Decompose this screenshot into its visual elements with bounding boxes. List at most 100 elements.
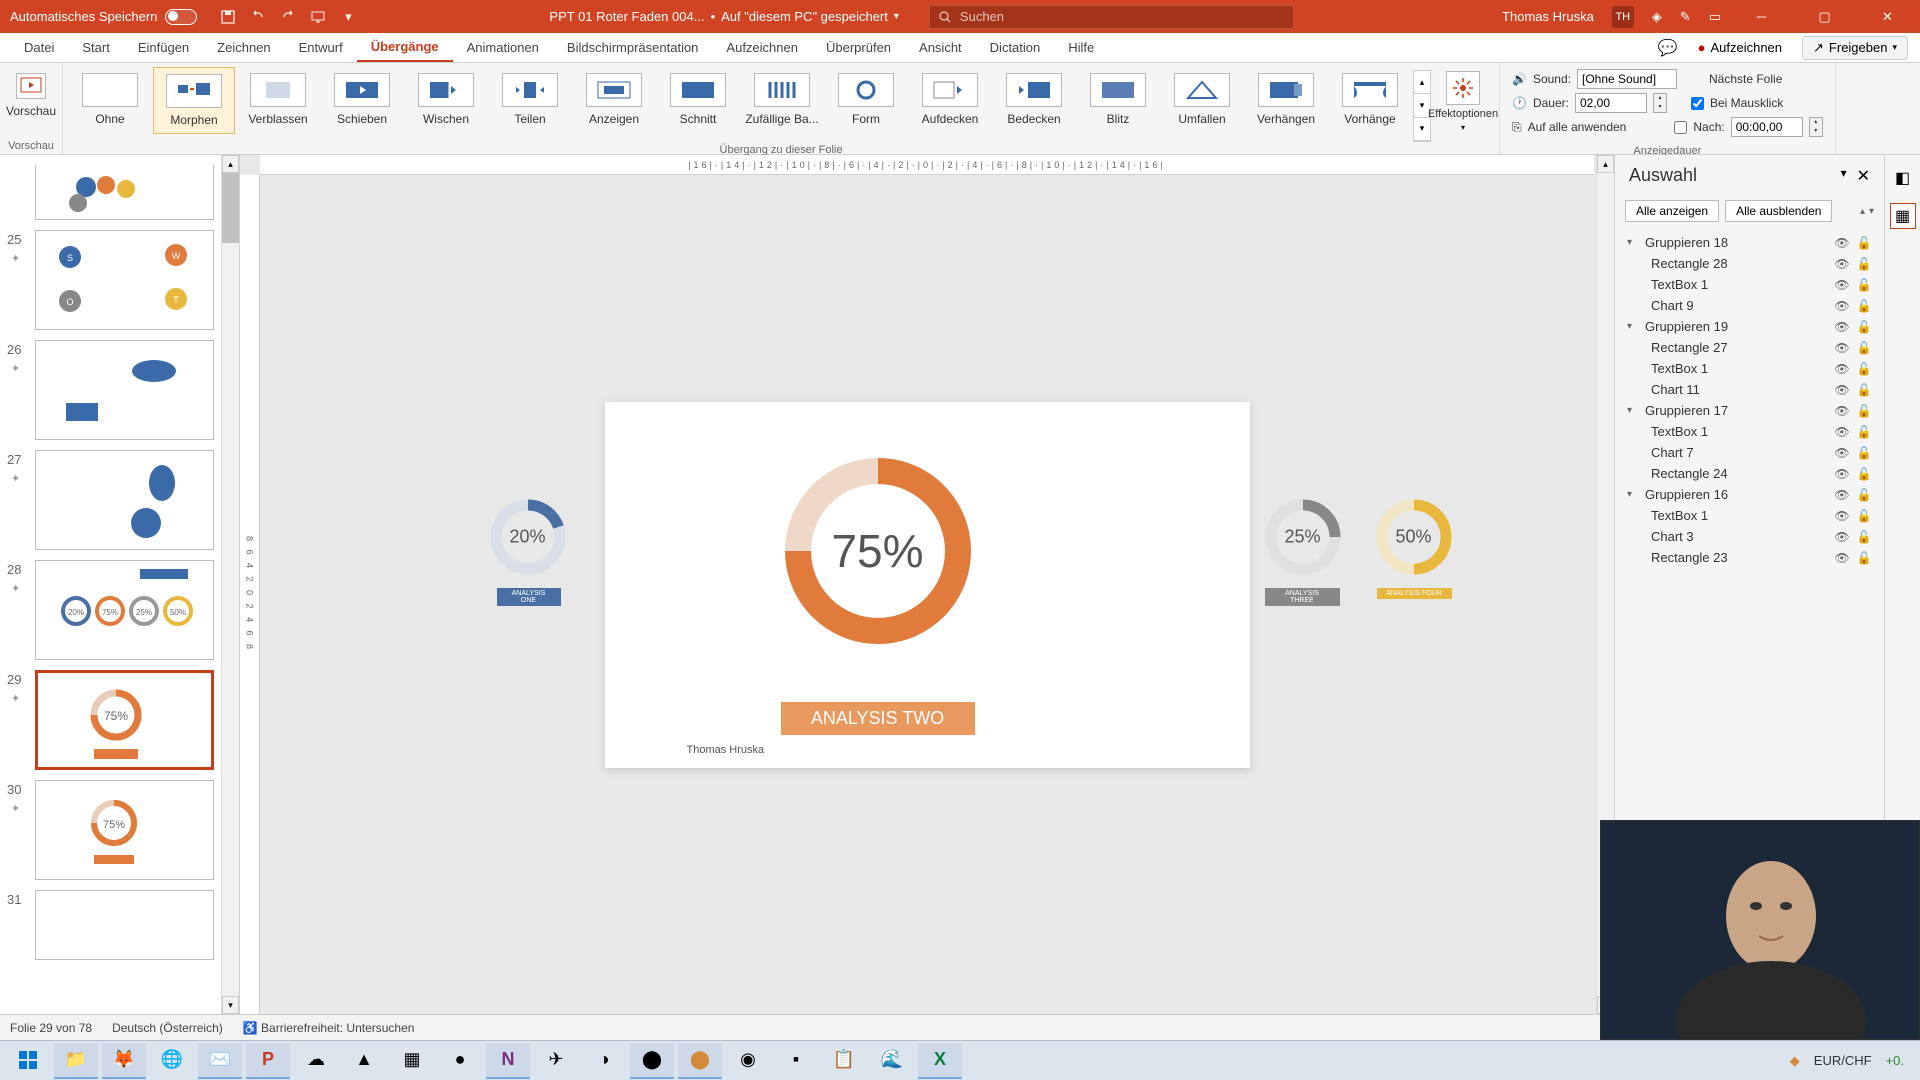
more-icon[interactable]: ▾ (339, 8, 357, 26)
transition-verhaengen[interactable]: Verhängen (1245, 67, 1327, 132)
task-app-6[interactable]: ◉ (726, 1043, 770, 1079)
present-icon[interactable] (309, 8, 327, 26)
thumbnail-31[interactable]: 31 (35, 890, 214, 960)
apply-all-button[interactable]: Auf alle anwenden (1528, 120, 1627, 134)
tab-uebergaenge[interactable]: Übergänge (357, 33, 453, 62)
pen-icon[interactable]: ✎ (1680, 9, 1691, 25)
tree-item[interactable]: Rectangle 23👁🔓 (1623, 547, 1876, 568)
tree-item[interactable]: Chart 9👁🔓 (1623, 295, 1876, 316)
tree-item[interactable]: Chart 7👁🔓 (1623, 442, 1876, 463)
thumbnail-29[interactable]: 29✦75% (35, 670, 214, 770)
minimize-button[interactable]: ─ (1739, 2, 1784, 32)
tree-item[interactable]: Chart 3👁🔓 (1623, 526, 1876, 547)
slide-canvas[interactable]: 20% ANALYSIS ONE 75% ANALYSIS TWO 25% AN… (605, 402, 1250, 768)
transition-schieben[interactable]: Schieben (321, 67, 403, 132)
tab-datei[interactable]: Datei (10, 33, 68, 62)
record-button[interactable]: ●Aufzeichnen (1688, 37, 1792, 58)
save-icon[interactable] (219, 8, 237, 26)
transition-umfallen[interactable]: Umfallen (1161, 67, 1243, 132)
duration-input[interactable] (1575, 93, 1647, 113)
transition-form[interactable]: Form (825, 67, 907, 132)
task-app-5[interactable]: ⬤ (678, 1043, 722, 1079)
transition-bedecken[interactable]: Bedecken (993, 67, 1075, 132)
transition-morphen[interactable]: Morphen (153, 67, 235, 134)
preview-button[interactable]: Vorschau (6, 67, 56, 124)
close-button[interactable]: ✕ (1865, 2, 1910, 32)
thumbs-scrollbar[interactable]: ▴▾ (221, 155, 239, 1014)
task-excel[interactable]: X (918, 1043, 962, 1079)
move-down-icon[interactable]: ▾ (1869, 206, 1874, 217)
transition-aufdecken[interactable]: Aufdecken (909, 67, 991, 132)
tab-ansicht[interactable]: Ansicht (905, 33, 976, 62)
hide-all-button[interactable]: Alle ausblenden (1725, 200, 1832, 222)
task-powerpoint[interactable]: P (246, 1043, 290, 1079)
tab-ueberpruefen[interactable]: Überprüfen (812, 33, 905, 62)
task-firefox[interactable]: 🦊 (102, 1043, 146, 1079)
transition-vorhaenge[interactable]: Vorhänge (1329, 67, 1411, 132)
redo-icon[interactable] (279, 8, 297, 26)
tab-start[interactable]: Start (68, 33, 123, 62)
sidebar-tab-selection[interactable]: ▦ (1890, 203, 1916, 229)
tree-item[interactable]: Rectangle 24👁🔓 (1623, 463, 1876, 484)
tree-item[interactable]: ▾Gruppieren 17👁🔓 (1623, 400, 1876, 421)
undo-icon[interactable] (249, 8, 267, 26)
tab-animationen[interactable]: Animationen (453, 33, 553, 62)
task-app-4[interactable]: ◑ (582, 1043, 626, 1079)
transition-teilen[interactable]: Teilen (489, 67, 571, 132)
tree-item[interactable]: TextBox 1👁🔓 (1623, 358, 1876, 379)
autosave-toggle[interactable] (165, 9, 197, 25)
on-click-checkbox[interactable] (1691, 97, 1704, 110)
thumbnail-26[interactable]: 26✦ (35, 340, 214, 440)
chevron-down-icon[interactable]: ▾ (894, 11, 899, 22)
thumbnail-27[interactable]: 27✦ (35, 450, 214, 550)
thumbnail-28[interactable]: 28✦20%75%25%50% (35, 560, 214, 660)
language-indicator[interactable]: Deutsch (Österreich) (112, 1021, 223, 1035)
sidebar-tab-1[interactable]: ◧ (1890, 165, 1916, 191)
tab-bildschirm[interactable]: Bildschirmpräsentation (553, 33, 713, 62)
tree-item[interactable]: ▾Gruppieren 19👁🔓 (1623, 316, 1876, 337)
diamond-icon[interactable]: ◈ (1652, 9, 1662, 25)
thumbnail-30[interactable]: 30✦75% (35, 780, 214, 880)
transition-ohne[interactable]: Ohne (69, 67, 151, 132)
after-spinner[interactable]: ▴▾ (1809, 117, 1823, 137)
user-avatar[interactable]: TH (1612, 6, 1634, 28)
search-box[interactable] (929, 5, 1294, 29)
transition-wischen[interactable]: Wischen (405, 67, 487, 132)
task-explorer[interactable]: 📁 (54, 1043, 98, 1079)
task-telegram[interactable]: ✈ (534, 1043, 578, 1079)
tree-item[interactable]: TextBox 1👁🔓 (1623, 274, 1876, 295)
search-input[interactable] (960, 9, 1285, 24)
task-vlc[interactable]: ▲ (342, 1043, 386, 1079)
tab-entwurf[interactable]: Entwurf (285, 33, 357, 62)
accessibility-check[interactable]: ♿ Barrierefreiheit: Untersuchen (243, 1021, 415, 1035)
tab-einfuegen[interactable]: Einfügen (124, 33, 203, 62)
ticker-icon[interactable]: ◆ (1790, 1053, 1800, 1069)
task-outlook[interactable]: ✉️ (198, 1043, 242, 1079)
slide-editor[interactable]: |16|·|14|·|12|·|10|·|8|·|6|·|4|·|2|·|0|·… (240, 155, 1614, 1014)
window-icon[interactable]: ▭ (1709, 9, 1721, 25)
task-chrome[interactable]: 🌐 (150, 1043, 194, 1079)
tree-item[interactable]: ▾Gruppieren 16👁🔓 (1623, 484, 1876, 505)
gallery-scroll[interactable]: ▴▾▾ (1413, 70, 1431, 142)
transition-zufall[interactable]: Zufällige Ba... (741, 67, 823, 132)
comments-icon[interactable]: 💬 (1658, 38, 1678, 58)
thumbnail-24partial[interactable] (35, 165, 214, 220)
tab-dictation[interactable]: Dictation (976, 33, 1055, 62)
task-onenote[interactable]: N (486, 1043, 530, 1079)
tree-item[interactable]: TextBox 1👁🔓 (1623, 421, 1876, 442)
show-all-button[interactable]: Alle anzeigen (1625, 200, 1719, 222)
after-input[interactable] (1731, 117, 1803, 137)
transition-verblassen[interactable]: Verblassen (237, 67, 319, 132)
tab-aufzeichnen[interactable]: Aufzeichnen (712, 33, 812, 62)
tab-zeichnen[interactable]: Zeichnen (203, 33, 284, 62)
selection-close-icon[interactable]: ✕ (1857, 166, 1870, 186)
sound-select[interactable] (1577, 69, 1677, 89)
start-button[interactable] (6, 1043, 50, 1079)
tree-item[interactable]: ▾Gruppieren 18👁🔓 (1623, 232, 1876, 253)
selection-collapse-icon[interactable]: ▾ (1841, 166, 1847, 186)
task-app-2[interactable]: ▦ (390, 1043, 434, 1079)
task-obs[interactable]: ⬤ (630, 1043, 674, 1079)
transition-schnitt[interactable]: Schnitt (657, 67, 739, 132)
tab-hilfe[interactable]: Hilfe (1054, 33, 1108, 62)
effect-options[interactable]: Effektoptionen ▾ (1433, 67, 1493, 132)
